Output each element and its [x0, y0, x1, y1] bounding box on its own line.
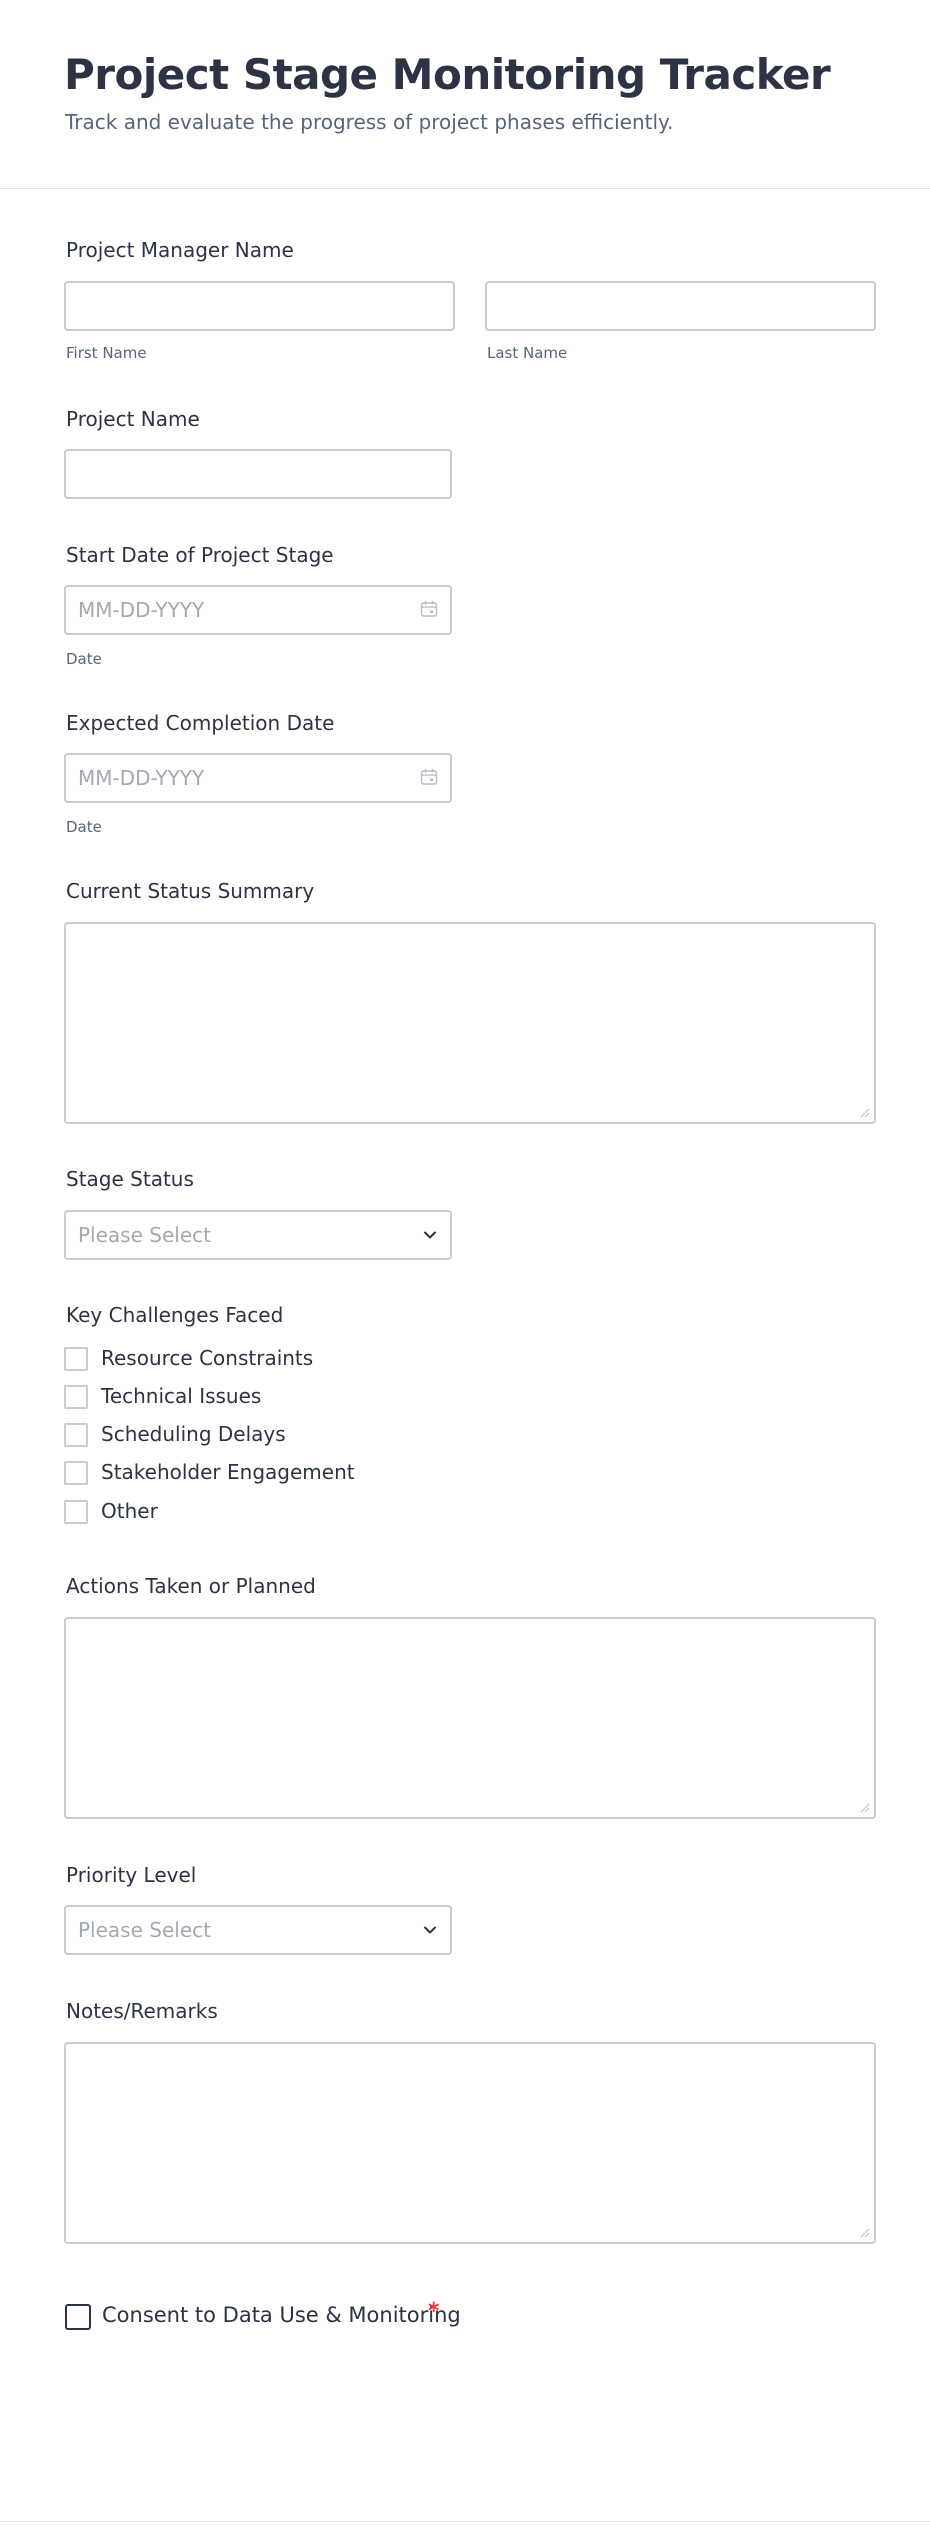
start-date-placeholder: MM-DD-YYYY [78, 598, 205, 622]
status-summary-label: Current Status Summary [66, 879, 315, 903]
challenge-option-label: Scheduling Delays [101, 1422, 286, 1446]
first-name-sublabel: First Name [66, 344, 147, 362]
stage-status-label: Stage Status [66, 1167, 194, 1191]
resize-grip-icon[interactable] [860, 2228, 870, 2238]
project-name-input[interactable] [64, 449, 452, 499]
last-name-input[interactable] [485, 281, 876, 331]
priority-placeholder: Please Select [78, 1918, 211, 1942]
checkbox[interactable] [64, 1423, 88, 1447]
actions-textarea[interactable] [64, 1617, 876, 1819]
completion-date-input[interactable]: MM-DD-YYYY [64, 753, 452, 803]
consent-checkbox[interactable] [65, 2304, 91, 2330]
resize-grip-icon[interactable] [860, 1108, 870, 1118]
resize-grip-icon[interactable] [860, 1803, 870, 1813]
challenge-option-label: Resource Constraints [101, 1346, 314, 1370]
notes-label: Notes/Remarks [66, 1999, 218, 2023]
challenges-label: Key Challenges Faced [66, 1303, 284, 1327]
checkbox[interactable] [64, 1385, 88, 1409]
first-name-input[interactable] [64, 281, 455, 331]
stage-status-placeholder: Please Select [78, 1223, 211, 1247]
priority-label: Priority Level [66, 1863, 197, 1887]
form-header: Project Stage Monitoring Tracker Track a… [0, 0, 930, 189]
project-name-label: Project Name [66, 407, 200, 431]
completion-date-label: Expected Completion Date [66, 711, 335, 735]
manager-name-label: Project Manager Name [66, 238, 294, 262]
page-title: Project Stage Monitoring Tracker [64, 50, 831, 99]
notes-textarea[interactable] [64, 2042, 876, 2244]
start-date-sublabel: Date [66, 650, 102, 668]
calendar-icon[interactable] [420, 768, 438, 786]
checkbox[interactable] [64, 1347, 88, 1371]
challenge-option-label: Technical Issues [101, 1384, 262, 1408]
priority-select[interactable]: Please Select [64, 1905, 452, 1955]
chevron-down-icon [424, 1926, 436, 1934]
start-date-label: Start Date of Project Stage [66, 543, 334, 567]
consent-label: Consent to Data Use & Monitoring [102, 2303, 461, 2327]
checkbox[interactable] [64, 1461, 88, 1485]
start-date-input[interactable]: MM-DD-YYYY [64, 585, 452, 635]
status-summary-textarea[interactable] [64, 922, 876, 1124]
last-name-sublabel: Last Name [487, 344, 568, 362]
calendar-icon[interactable] [420, 600, 438, 618]
actions-label: Actions Taken or Planned [66, 1574, 316, 1598]
chevron-down-icon [424, 1231, 436, 1239]
challenge-option-label: Stakeholder Engagement [101, 1460, 355, 1484]
stage-status-select[interactable]: Please Select [64, 1210, 452, 1260]
page-subtitle: Track and evaluate the progress of proje… [65, 110, 674, 134]
footer-divider [0, 2521, 930, 2522]
checkbox[interactable] [64, 1500, 88, 1524]
completion-date-sublabel: Date [66, 818, 102, 836]
required-mark: * [428, 2299, 440, 2324]
challenge-option-label: Other [101, 1499, 158, 1523]
completion-date-placeholder: MM-DD-YYYY [78, 766, 205, 790]
